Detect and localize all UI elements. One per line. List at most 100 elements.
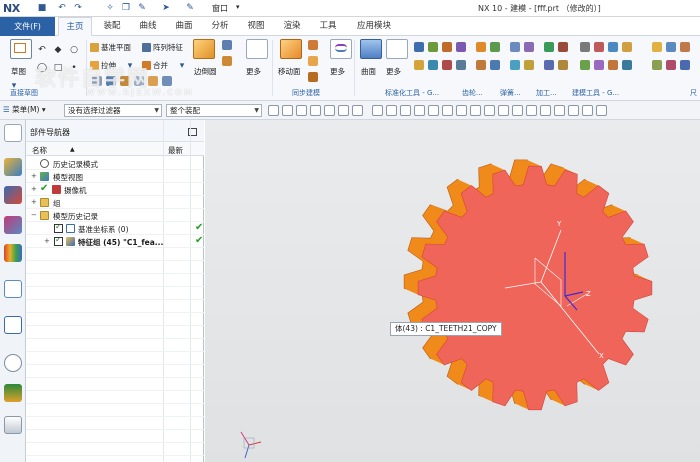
selection-scope-select[interactable]: 整个装配 ▼ <box>166 104 262 117</box>
line-icon[interactable]: ↶ <box>36 44 48 56</box>
wireframe-icon[interactable] <box>372 105 383 116</box>
more-button-3[interactable] <box>384 39 410 65</box>
tool-icon[interactable] <box>666 42 676 52</box>
existing-point-icon[interactable] <box>596 105 607 116</box>
model-tool-icon[interactable] <box>594 60 604 70</box>
machining-icon[interactable] <box>544 60 554 70</box>
tool-icon[interactable] <box>652 60 662 70</box>
tool-icon[interactable] <box>442 60 452 70</box>
process-studio-icon[interactable] <box>4 384 22 402</box>
quadrant-icon[interactable] <box>582 105 593 116</box>
shaded-icon[interactable] <box>386 105 397 116</box>
tab-assembly[interactable]: 装配 <box>96 17 128 36</box>
more-button-2[interactable] <box>328 39 354 65</box>
menu-button[interactable]: ☰ 菜单(M) ▾ <box>3 104 46 115</box>
model-tool-icon[interactable] <box>622 60 632 70</box>
tab-tools[interactable]: 工具 <box>312 17 344 36</box>
settings-icon[interactable] <box>4 124 22 142</box>
model-tool-icon[interactable] <box>580 42 590 52</box>
face-rule-icon[interactable] <box>324 105 335 116</box>
machining-icon[interactable] <box>544 42 554 52</box>
filter-icon[interactable] <box>296 105 307 116</box>
profile-icon[interactable]: ◆ <box>52 44 64 56</box>
paste-icon[interactable]: ✎ <box>136 2 148 14</box>
gear-modeling-icon[interactable] <box>476 42 486 52</box>
tool-icon[interactable] <box>666 60 676 70</box>
graphics-viewport[interactable]: Y Z X 体(43) : C1_TEETH21_COPY <box>205 120 700 462</box>
tab-view[interactable]: 视图 <box>240 17 272 36</box>
tree-row-feature-group[interactable]: + 特征组 (45) "C1_fea... ✔ <box>26 235 204 248</box>
column-latest[interactable]: 最新 <box>168 145 183 156</box>
gear-icon[interactable] <box>490 42 500 52</box>
select-all-icon[interactable] <box>268 105 279 116</box>
offset-region-icon[interactable] <box>308 72 318 82</box>
center-snap-icon[interactable] <box>512 105 523 116</box>
tree-row-groups[interactable]: + 组 <box>26 196 204 209</box>
expand-icon[interactable]: + <box>31 185 37 193</box>
trim-body-icon[interactable] <box>162 76 172 86</box>
undo-icon[interactable]: ↶ <box>56 2 68 14</box>
tool-icon[interactable] <box>680 60 690 70</box>
model-tool-icon[interactable] <box>622 42 632 52</box>
intersection-icon[interactable] <box>540 105 551 116</box>
tree-row-history-mode[interactable]: 历史记录模式 <box>26 157 204 170</box>
selection-filter-select[interactable]: 没有选择过滤器 ▼ <box>64 104 162 117</box>
spring-icon[interactable] <box>510 42 520 52</box>
machining-icon[interactable] <box>558 42 568 52</box>
repeat-command-icon[interactable]: ➤ <box>160 2 172 14</box>
reuse-library-icon[interactable] <box>4 244 22 262</box>
tool-icon[interactable] <box>428 60 438 70</box>
visibility-checkbox[interactable] <box>54 235 63 246</box>
visibility-checkbox[interactable] <box>54 222 63 233</box>
model-tool-icon[interactable] <box>594 42 604 52</box>
cut-icon[interactable]: ✧ <box>104 2 116 14</box>
tool-icon[interactable] <box>442 42 452 52</box>
part-navigator-icon[interactable] <box>4 158 22 176</box>
chevron-down-icon[interactable]: ▾ <box>176 60 188 72</box>
chevron-down-icon[interactable]: ▾ <box>236 3 240 11</box>
roles-icon[interactable] <box>4 416 22 434</box>
model-tool-icon[interactable] <box>580 60 590 70</box>
circle-snap-icon[interactable] <box>498 105 509 116</box>
expand-icon[interactable]: + <box>44 237 50 245</box>
offset-icon[interactable] <box>222 40 232 50</box>
tab-curve[interactable]: 曲线 <box>132 17 164 36</box>
column-name[interactable]: 名称 <box>32 145 47 156</box>
history-icon[interactable] <box>4 316 22 334</box>
redo-icon[interactable]: ↷ <box>72 2 84 14</box>
line-end-icon[interactable] <box>554 105 565 116</box>
end-point-icon[interactable] <box>414 105 425 116</box>
tool-icon[interactable] <box>456 42 466 52</box>
tool-icon[interactable] <box>414 42 424 52</box>
expand-icon[interactable]: + <box>31 198 37 206</box>
gear-model[interactable]: Y Z X <box>205 120 700 462</box>
replace-face-icon[interactable] <box>222 56 232 66</box>
spring-icon[interactable] <box>510 60 520 70</box>
machining-icon[interactable] <box>558 60 568 70</box>
tab-home[interactable]: 主页 <box>58 17 92 36</box>
tree-row-cameras[interactable]: + ✔ 摄像机 <box>26 183 204 196</box>
sort-ascending-icon[interactable]: ▲ <box>70 146 75 153</box>
edge-blend-button[interactable] <box>191 39 217 65</box>
grid-icon[interactable] <box>400 105 411 116</box>
move-face-button[interactable] <box>278 39 304 65</box>
save-icon[interactable]: ■ <box>36 2 48 14</box>
more-button-1[interactable] <box>244 39 270 65</box>
gear-icon[interactable] <box>490 60 500 70</box>
clock-icon[interactable] <box>4 354 22 372</box>
array-feature-button[interactable]: 阵列特征 <box>142 42 183 53</box>
delete-face-icon[interactable] <box>308 56 318 66</box>
datum-plane-button[interactable]: 基准平面 <box>90 42 131 53</box>
tool-icon[interactable] <box>414 60 424 70</box>
mid-point-icon[interactable] <box>428 105 439 116</box>
model-tool-icon[interactable] <box>608 42 618 52</box>
tool-icon[interactable] <box>428 42 438 52</box>
face-snap-icon[interactable] <box>568 105 579 116</box>
touch-mode-icon[interactable]: ✎ <box>184 2 196 14</box>
surface-button[interactable] <box>358 39 384 65</box>
tab-file[interactable]: 文件(F) <box>0 17 55 36</box>
tangent-icon[interactable] <box>456 105 467 116</box>
model-tool-icon[interactable] <box>608 60 618 70</box>
circle-icon[interactable]: ○ <box>68 44 80 56</box>
collapse-icon[interactable]: − <box>31 211 37 219</box>
